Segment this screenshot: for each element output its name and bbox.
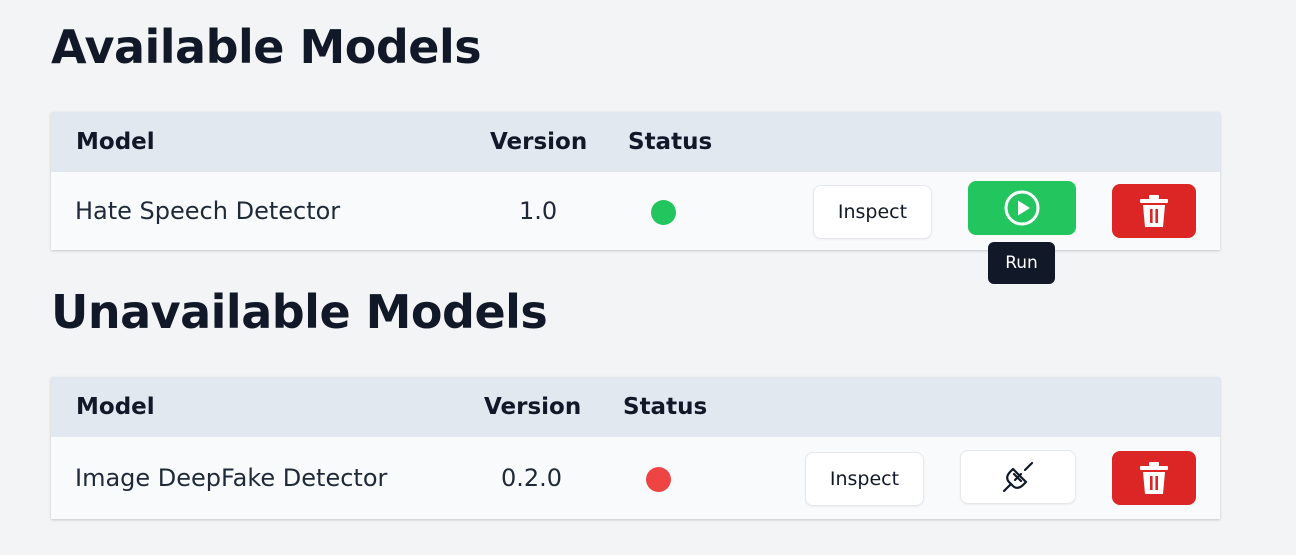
- delete-button[interactable]: [1112, 184, 1196, 238]
- column-header-model: Model: [76, 394, 155, 420]
- status-indicator-unavailable: [646, 467, 671, 492]
- delete-button[interactable]: [1112, 451, 1196, 505]
- run-button[interactable]: [968, 181, 1076, 235]
- column-header-version: Version: [490, 129, 588, 155]
- plug-icon: [1002, 461, 1034, 493]
- table-header: Model Version Status: [51, 112, 1220, 172]
- model-version: 1.0: [519, 197, 558, 225]
- column-header-status: Status: [628, 129, 713, 155]
- table-row: Image DeepFake Detector 0.2.0 Inspect: [51, 437, 1220, 519]
- available-models-title: Available Models: [51, 20, 482, 74]
- inspect-button[interactable]: Inspect: [813, 185, 932, 239]
- trash-icon: [1140, 195, 1168, 227]
- run-tooltip: Run: [988, 242, 1055, 284]
- available-models-table: Model Version Status Hate Speech Detecto…: [51, 112, 1220, 250]
- column-header-model: Model: [76, 129, 155, 155]
- inspect-button[interactable]: Inspect: [805, 452, 924, 506]
- column-header-version: Version: [484, 394, 582, 420]
- unavailable-models-title: Unavailable Models: [51, 285, 548, 339]
- trash-icon: [1140, 462, 1168, 494]
- model-name: Hate Speech Detector: [75, 197, 341, 225]
- model-version: 0.2.0: [501, 464, 563, 492]
- table-header: Model Version Status: [51, 377, 1220, 437]
- column-header-status: Status: [623, 394, 708, 420]
- status-indicator-available: [651, 200, 676, 225]
- unavailable-models-table: Model Version Status Image DeepFake Dete…: [51, 377, 1220, 519]
- play-circle-icon: [1004, 190, 1040, 226]
- models-page: Available Models Model Version Status Ha…: [0, 0, 1296, 555]
- connect-button[interactable]: [960, 450, 1076, 504]
- model-name: Image DeepFake Detector: [75, 464, 388, 492]
- table-row: Hate Speech Detector 1.0 Inspect: [51, 172, 1220, 250]
